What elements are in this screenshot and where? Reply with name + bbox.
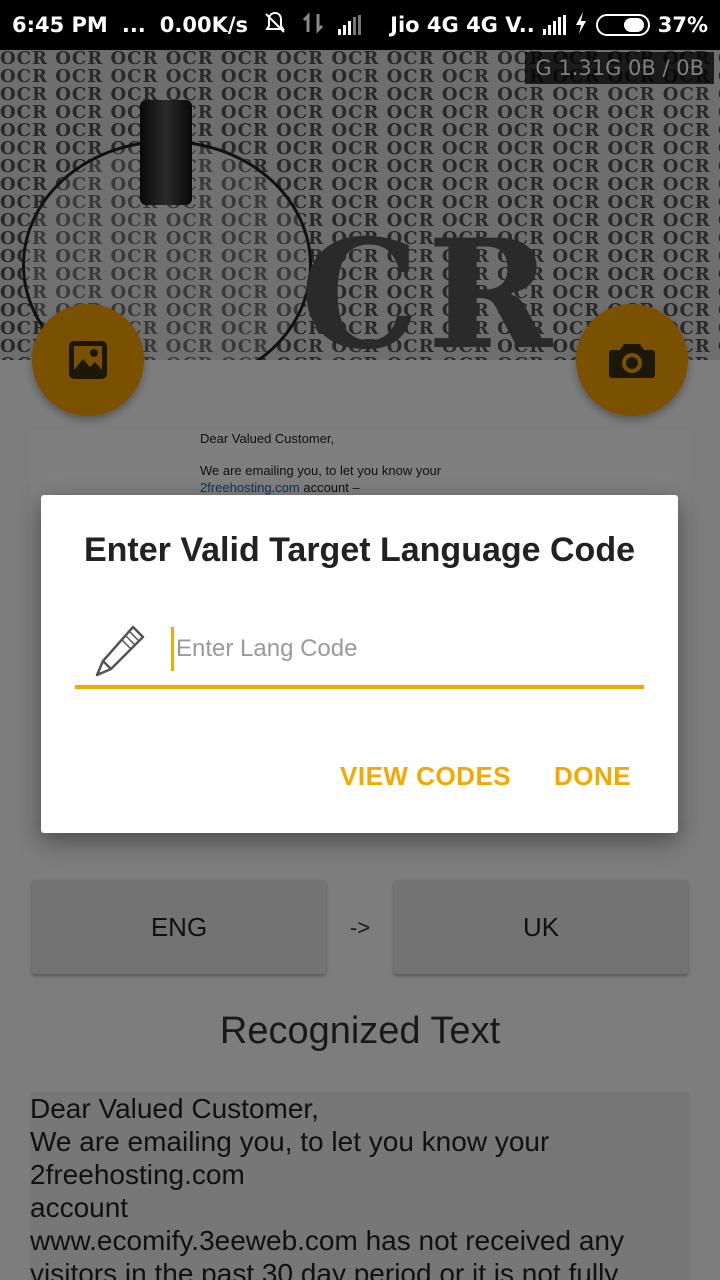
signal-icon-2 [542,15,566,35]
status-time: 6:45 PM [12,13,108,37]
lang-code-input[interactable] [171,627,631,671]
view-codes-button[interactable]: VIEW CODES [340,761,511,792]
lang-code-field [75,613,644,689]
battery-icon [595,14,650,36]
status-battery: 37% [657,13,708,37]
language-code-dialog: Enter Valid Target Language Code VIEW CO… [41,495,678,833]
status-bar: 6:45 PM ... 0.00K/s Jio 4G 4G V.. 37% [0,0,720,50]
status-carrier: Jio 4G 4G V.. [390,13,535,37]
status-speed: 0.00K/s [159,13,249,37]
done-button[interactable]: DONE [554,761,631,792]
pencil-icon [95,625,145,677]
signal-icon [338,15,362,35]
charging-icon [574,11,588,40]
bell-off-icon [262,10,288,41]
data-arrows-icon [302,10,324,41]
status-dots: ... [121,13,146,37]
dialog-title: Enter Valid Target Language Code [83,531,636,569]
